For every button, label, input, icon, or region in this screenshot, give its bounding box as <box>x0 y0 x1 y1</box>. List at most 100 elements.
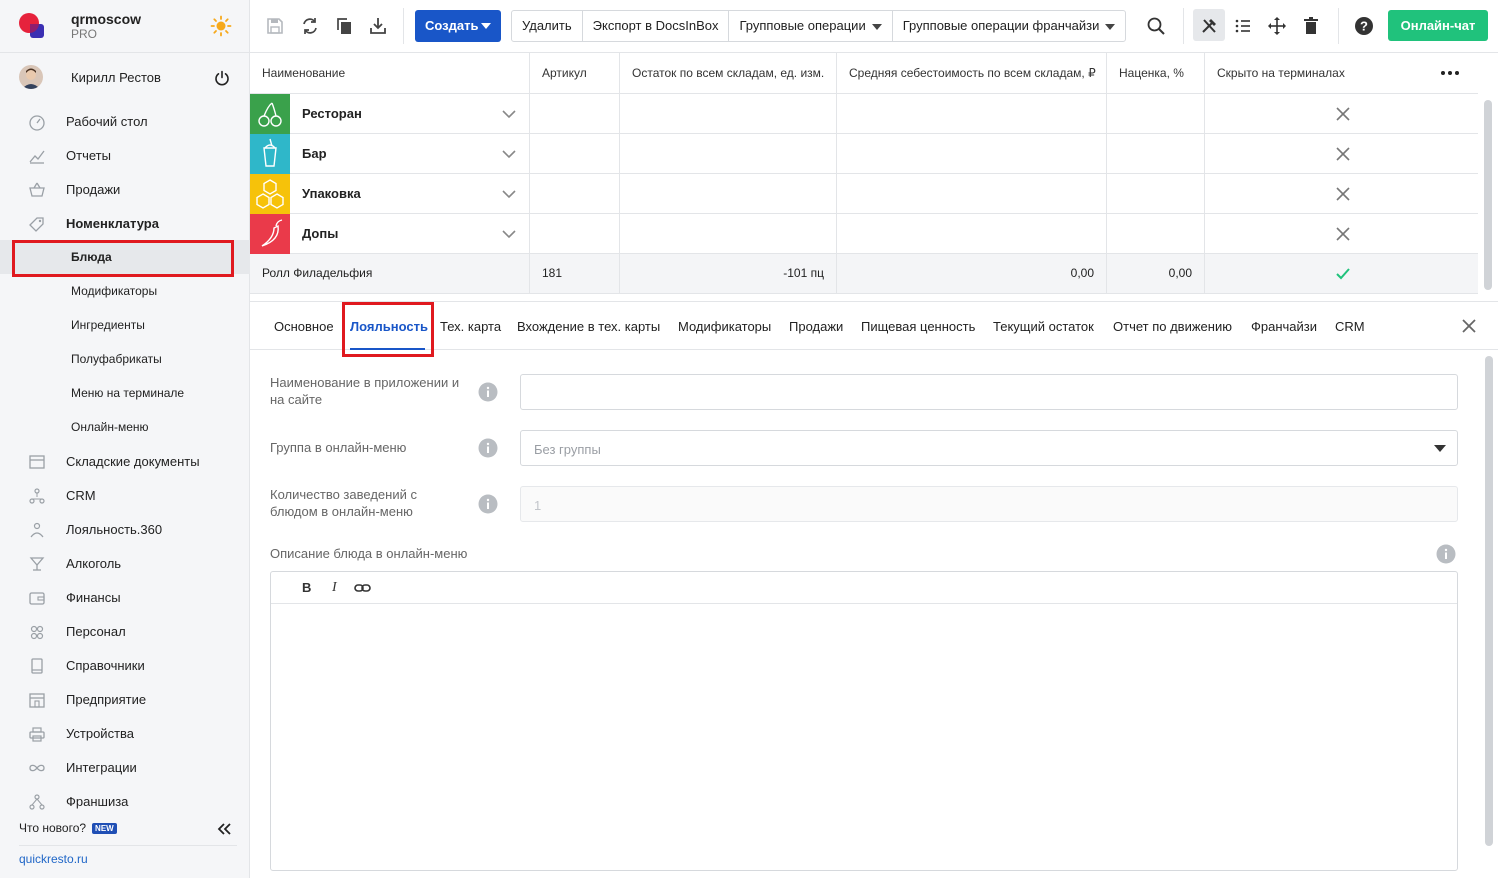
move-icon[interactable] <box>1267 16 1287 36</box>
tab-movement-report[interactable]: Отчет по движению <box>1113 319 1232 334</box>
list-icon[interactable] <box>1233 16 1253 36</box>
collapse-sidebar-icon[interactable] <box>216 822 232 836</box>
info-icon[interactable] <box>1436 544 1456 564</box>
description-editor[interactable]: B I <box>270 571 1458 871</box>
refresh-icon[interactable] <box>300 16 320 36</box>
tab-tech-card-usage[interactable]: Вхождение в тех. карты <box>517 319 660 334</box>
online-menu-group-select[interactable]: Без группы <box>520 430 1458 466</box>
sidebar-item-sales[interactable]: Продажи <box>0 172 250 206</box>
power-icon[interactable] <box>214 70 230 86</box>
tab-current-stock[interactable]: Текущий остаток <box>993 319 1094 334</box>
tab-loyalty[interactable]: Лояльность <box>350 319 428 334</box>
chevron-down-icon[interactable] <box>502 149 516 159</box>
app-name-input[interactable] <box>520 374 1458 410</box>
table-row[interactable]: Упаковка <box>250 174 1478 214</box>
sidebar-item-crm[interactable]: CRM <box>0 478 250 512</box>
site-link[interactable]: quickresto.ru <box>19 852 88 866</box>
trash-icon[interactable] <box>1301 16 1321 36</box>
tab-nutrition[interactable]: Пищевая ценность <box>861 319 975 334</box>
store-icon <box>29 693 45 708</box>
download-icon[interactable] <box>368 16 388 36</box>
sidebar-item-enterprise[interactable]: Предприятие <box>0 682 250 716</box>
tab-tech-card[interactable]: Тех. карта <box>440 319 501 334</box>
avatar[interactable] <box>19 65 43 89</box>
pepper-icon <box>250 214 290 254</box>
help-icon[interactable]: ? <box>1354 16 1374 36</box>
link-icon[interactable] <box>354 581 371 595</box>
glass-icon <box>29 557 45 571</box>
category-name: Упаковка <box>302 186 361 201</box>
sidebar-item-dashboard[interactable]: Рабочий стол <box>0 104 250 138</box>
close-icon[interactable] <box>1461 318 1477 334</box>
column-header-stock[interactable]: Остаток по всем складам, ед. изм. <box>620 53 837 94</box>
sidebar-item-online-menu[interactable]: Онлайн-меню <box>0 410 250 444</box>
sidebar-item-semi-finished[interactable]: Полуфабрикаты <box>0 342 250 376</box>
column-header-sku[interactable]: Артикул <box>530 53 620 94</box>
sidebar-item-devices[interactable]: Устройства <box>0 716 250 750</box>
venues-count-input[interactable]: 1 <box>520 486 1458 522</box>
table-row-selected[interactable]: Ролл Филадельфия 181 -101 пц 0,00 0,00 <box>250 254 1478 294</box>
sidebar-item-warehouse[interactable]: Складские документы <box>0 444 250 478</box>
column-header-hidden[interactable]: Скрыто на терминалах <box>1205 53 1478 94</box>
tools-icon[interactable] <box>1199 16 1219 36</box>
column-header-markup[interactable]: Наценка, % <box>1107 53 1205 94</box>
group-operations-button[interactable]: Групповые операции <box>729 11 893 41</box>
table-row[interactable] <box>250 294 1478 301</box>
sidebar-item-staff[interactable]: Персонал <box>0 614 250 648</box>
sidebar-item-terminal-menu[interactable]: Меню на терминале <box>0 376 250 410</box>
column-header-cost[interactable]: Средняя себестоимость по всем складам, ₽ <box>837 53 1107 94</box>
tab-modifiers[interactable]: Модификаторы <box>678 319 771 334</box>
loyalty-form: Наименование в приложении и на сайте Гру… <box>250 350 1498 878</box>
chevron-down-icon[interactable] <box>502 189 516 199</box>
tab-main[interactable]: Основное <box>274 319 334 334</box>
item-sku: 181 <box>542 266 563 280</box>
info-icon[interactable] <box>478 438 498 458</box>
sidebar-item-nomenclature[interactable]: Номенклатура <box>0 206 250 240</box>
sidebar-item-finance[interactable]: Финансы <box>0 580 250 614</box>
info-icon[interactable] <box>478 382 498 402</box>
tab-sales[interactable]: Продажи <box>789 319 843 334</box>
sidebar-nav: Рабочий стол Отчеты Продажи Номенклатура… <box>0 104 250 818</box>
brand-name: qrmoscow <box>71 11 142 27</box>
sidebar-item-label: Алкоголь <box>66 556 122 571</box>
sidebar-item-alcohol[interactable]: Алкоголь <box>0 546 250 580</box>
sidebar-item-modifiers[interactable]: Модификаторы <box>0 274 250 308</box>
sidebar-item-loyalty[interactable]: Лояльность.360 <box>0 512 250 546</box>
table-row[interactable]: Ресторан <box>250 94 1478 134</box>
sidebar-item-ingredients[interactable]: Ингредиенты <box>0 308 250 342</box>
sidebar-item-reports[interactable]: Отчеты <box>0 138 250 172</box>
create-button[interactable]: Создать <box>415 10 501 42</box>
table-scrollbar[interactable] <box>1484 100 1492 290</box>
column-header-name[interactable]: Наименование <box>250 53 530 94</box>
whats-new-link[interactable]: Что нового? NEW <box>19 821 117 835</box>
export-label: Экспорт в DocsInBox <box>592 18 719 33</box>
sidebar-item-dishes[interactable]: Блюда <box>0 240 250 274</box>
search-icon[interactable] <box>1146 16 1166 36</box>
venues-count-label: Количество заведений с блюдом в онлайн-м… <box>270 487 417 519</box>
more-icon[interactable] <box>1440 70 1460 76</box>
online-chat-button[interactable]: Онлайн-чат <box>1388 10 1488 41</box>
copy-icon[interactable] <box>334 16 354 36</box>
tab-crm[interactable]: CRM <box>1335 319 1365 334</box>
user-row[interactable]: Кирилл Рестов <box>0 53 250 101</box>
group-operations-franchise-button[interactable]: Групповые операции франчайзи <box>893 11 1126 41</box>
chevron-down-icon[interactable] <box>502 109 516 119</box>
tab-franchise[interactable]: Франчайзи <box>1251 319 1317 334</box>
dishes-table: Наименование Артикул Остаток по всем скл… <box>250 53 1478 301</box>
chevron-down-icon[interactable] <box>502 229 516 239</box>
save-icon[interactable] <box>265 16 285 36</box>
form-scrollbar[interactable] <box>1485 356 1493 846</box>
bold-button[interactable]: B <box>302 580 311 595</box>
italic-button[interactable]: I <box>332 580 337 596</box>
sidebar-item-directories[interactable]: Справочники <box>0 648 250 682</box>
delete-button[interactable]: Удалить <box>512 11 583 41</box>
table-cell <box>530 94 620 134</box>
sidebar-item-franchise[interactable]: Франшиза <box>0 784 250 818</box>
table-row[interactable]: Бар <box>250 134 1478 174</box>
export-docsinbox-button[interactable]: Экспорт в DocsInBox <box>583 11 730 41</box>
table-cell <box>837 94 1107 134</box>
table-row[interactable]: Допы <box>250 214 1478 254</box>
sidebar-item-integrations[interactable]: Интеграции <box>0 750 250 784</box>
sun-icon[interactable] <box>210 15 232 37</box>
info-icon[interactable] <box>478 494 498 514</box>
